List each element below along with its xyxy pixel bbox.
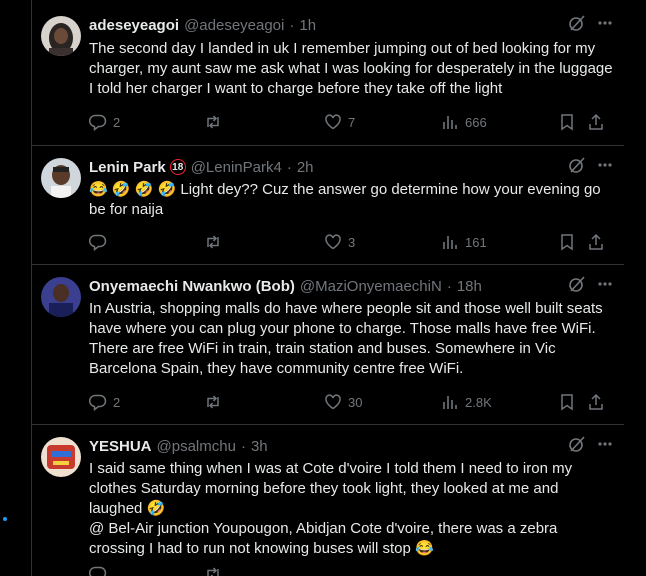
tweet-header: YESHUA @psalmchu · 3h <box>89 435 614 457</box>
avatar[interactable] <box>41 16 81 56</box>
author-handle[interactable]: @psalmchu <box>157 438 236 455</box>
tweet-actions: 2 30 2.8K <box>89 391 610 413</box>
retweet-button[interactable] <box>204 111 228 133</box>
like-icon <box>325 394 341 410</box>
retweet-icon <box>207 115 219 129</box>
retweet-button[interactable] <box>204 391 228 413</box>
tweet[interactable]: Lenin Park 18 @LeninPark4 · 2h 😂 🤣 🤣 🤣 L… <box>32 146 624 265</box>
tweet[interactable]: Onyemaechi Nwankwo (Bob) @MaziOnyemaechi… <box>32 265 624 425</box>
like-count: 30 <box>348 394 363 410</box>
share-icon <box>589 113 603 130</box>
reply-button[interactable]: 2 <box>89 111 120 133</box>
like-count: 7 <box>348 114 356 130</box>
reply-count: 2 <box>113 394 121 410</box>
separator: · <box>446 277 452 295</box>
tweet-text: The second day I landed in uk I remember… <box>89 40 613 97</box>
share-button[interactable] <box>587 391 605 413</box>
tweet-header: Onyemaechi Nwankwo (Bob) @MaziOnyemaechi… <box>89 275 614 297</box>
reply-count: 2 <box>113 114 121 130</box>
avatar[interactable] <box>41 158 81 198</box>
tweet[interactable]: YESHUA @psalmchu · 3h I said same thing … <box>32 425 624 576</box>
author-handle[interactable]: @MaziOnyemaechiN <box>300 278 442 295</box>
notification-dot <box>3 517 7 521</box>
avatar[interactable] <box>41 437 81 477</box>
like-button[interactable]: 30 <box>324 391 362 413</box>
share-button[interactable] <box>587 111 605 133</box>
views-button[interactable]: 666 <box>441 111 487 133</box>
bookmark-button[interactable] <box>558 111 576 133</box>
timestamp[interactable]: 2h <box>297 159 314 176</box>
retweet-button[interactable] <box>204 231 228 253</box>
bookmark-icon <box>561 394 573 411</box>
tweet[interactable]: adeseyeagoi @adeseyeagoi · 1h The second… <box>32 0 624 146</box>
reply-icon <box>89 234 107 251</box>
author-handle[interactable]: @LeninPark4 <box>191 159 282 176</box>
like-count: 3 <box>348 234 356 250</box>
retweet-icon <box>207 395 219 409</box>
tweet-actions: 3 161 <box>89 231 610 253</box>
bookmark-icon <box>561 234 573 251</box>
retweet-icon <box>207 235 219 249</box>
author-name[interactable]: Lenin Park <box>89 159 166 176</box>
reply-icon <box>89 566 107 576</box>
bookmark-button[interactable] <box>558 231 576 253</box>
left-sidebar-edge <box>0 0 31 576</box>
grok-icon[interactable] <box>568 435 586 457</box>
right-edge <box>624 0 646 576</box>
views-count: 666 <box>465 114 487 130</box>
views-count: 161 <box>465 234 487 250</box>
tweet-text: 😂 🤣 🤣 🤣 Light dey?? Cuz the answer go de… <box>89 181 601 218</box>
reply-icon <box>89 394 107 411</box>
author-name[interactable]: adeseyeagoi <box>89 17 179 34</box>
bookmark-button[interactable] <box>558 391 576 413</box>
views-button[interactable]: 2.8K <box>441 391 492 413</box>
author-name[interactable]: Onyemaechi Nwankwo (Bob) <box>89 278 295 295</box>
reply-button[interactable]: 2 <box>89 391 120 413</box>
author-handle[interactable]: @adeseyeagoi <box>184 17 284 34</box>
views-icon <box>443 236 457 249</box>
like-button[interactable]: 7 <box>324 111 355 133</box>
reply-button[interactable] <box>89 563 107 576</box>
tweet-header: adeseyeagoi @adeseyeagoi · 1h <box>89 14 614 36</box>
more-icon[interactable] <box>596 156 614 178</box>
like-button[interactable]: 3 <box>324 231 355 253</box>
timestamp[interactable]: 1h <box>299 17 316 34</box>
views-button[interactable]: 161 <box>441 231 487 253</box>
separator: · <box>289 16 295 34</box>
share-icon <box>589 233 603 250</box>
grok-icon[interactable] <box>568 156 586 178</box>
tweet-header: Lenin Park 18 @LeninPark4 · 2h <box>89 156 614 178</box>
tweet-actions <box>89 563 610 576</box>
tweet-actions: 2 7 666 <box>89 111 610 133</box>
more-icon[interactable] <box>596 14 614 36</box>
reply-timeline: adeseyeagoi @adeseyeagoi · 1h The second… <box>31 0 625 576</box>
share-button[interactable] <box>587 231 605 253</box>
tweet-text: In Austria, shopping malls do have where… <box>89 300 603 377</box>
separator: · <box>286 158 292 176</box>
age-badge: 18 <box>169 159 186 175</box>
tweet-text: I said same thing when I was at Cote d'v… <box>89 460 573 557</box>
grok-icon[interactable] <box>568 275 586 297</box>
like-icon <box>325 114 341 130</box>
views-count: 2.8K <box>465 394 492 410</box>
more-icon[interactable] <box>596 275 614 297</box>
timestamp[interactable]: 18h <box>457 278 482 295</box>
retweet-button[interactable] <box>204 563 222 576</box>
views-icon <box>443 116 457 129</box>
share-icon <box>589 393 603 410</box>
like-icon <box>325 234 341 250</box>
author-name[interactable]: YESHUA <box>89 438 152 455</box>
timestamp[interactable]: 3h <box>251 438 268 455</box>
reply-icon <box>89 114 107 131</box>
avatar[interactable] <box>41 277 81 317</box>
bookmark-icon <box>561 114 573 131</box>
reply-button[interactable] <box>89 231 113 253</box>
retweet-icon <box>207 567 219 576</box>
views-icon <box>443 396 457 409</box>
grok-icon[interactable] <box>568 14 586 36</box>
separator: · <box>240 437 246 455</box>
more-icon[interactable] <box>596 435 614 457</box>
